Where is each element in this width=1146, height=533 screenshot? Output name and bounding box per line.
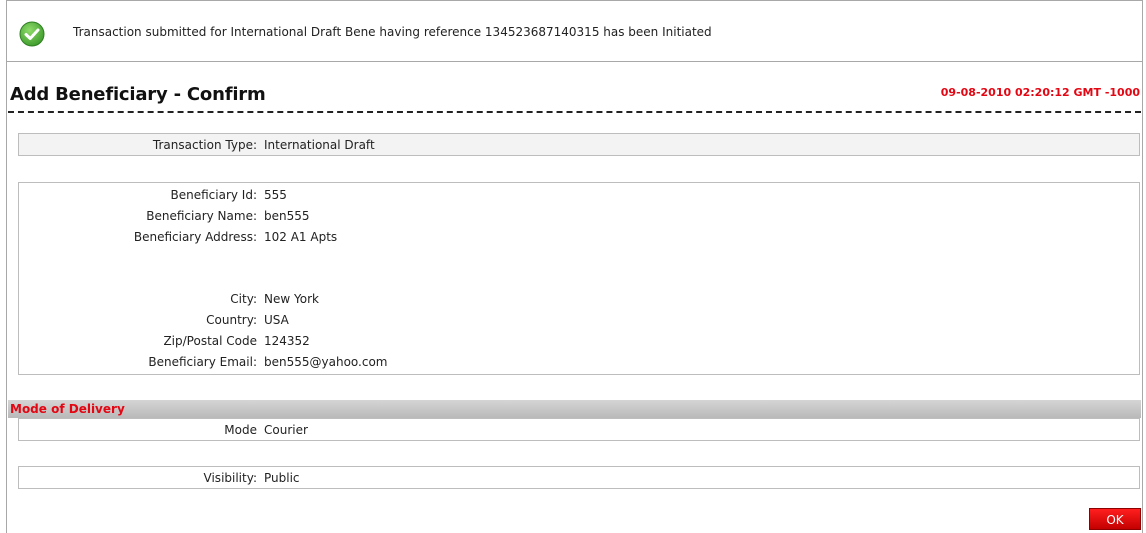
visibility-label: Visibility: (203, 471, 257, 485)
email-label: Beneficiary Email: (148, 355, 257, 369)
transaction-type-value: International Draft (264, 138, 375, 152)
transaction-type-label: Transaction Type: (152, 138, 257, 152)
timestamp: 09-08-2010 02:20:12 GMT -1000 (940, 86, 1140, 99)
country-value: USA (264, 313, 289, 327)
delivery-mode-label: Mode (224, 423, 257, 437)
beneficiary-details-panel: Beneficiary Id: 555 Beneficiary Name: be… (18, 182, 1140, 375)
delivery-mode-value: Courier (264, 423, 308, 437)
city-value: New York (264, 292, 319, 306)
beneficiary-id-row: Beneficiary Id: 555 (19, 188, 1139, 208)
title-divider (8, 111, 1141, 113)
city-row: City: New York (19, 292, 1139, 312)
visibility-value: Public (264, 471, 300, 485)
visibility-row: Visibility: Public (19, 471, 1139, 491)
visibility-panel: Visibility: Public (18, 466, 1140, 489)
ok-button[interactable]: OK (1089, 508, 1141, 530)
zip-row: Zip/Postal Code 124352 (19, 334, 1139, 354)
delivery-section-header: Mode of Delivery (8, 400, 1141, 418)
notification-message: Transaction submitted for International … (73, 25, 712, 39)
country-row: Country: USA (19, 313, 1139, 333)
delivery-mode-panel: Mode Courier (18, 418, 1140, 441)
beneficiary-address-label: Beneficiary Address: (133, 230, 257, 244)
transaction-type-row: Transaction Type: International Draft (19, 138, 1139, 158)
transaction-type-panel: Transaction Type: International Draft (18, 133, 1140, 156)
city-label: City: (230, 292, 257, 306)
delivery-section-title: Mode of Delivery (10, 402, 125, 416)
beneficiary-address-value: 102 A1 Apts (264, 230, 338, 244)
page-title: Add Beneficiary - Confirm (10, 84, 266, 105)
zip-value: 124352 (264, 334, 310, 348)
beneficiary-address-row: Beneficiary Address: 102 A1 Apts (19, 230, 1139, 250)
country-label: Country: (206, 313, 257, 327)
beneficiary-id-label: Beneficiary Id: (170, 188, 258, 202)
beneficiary-name-label: Beneficiary Name: (146, 209, 257, 223)
beneficiary-name-row: Beneficiary Name: ben555 (19, 209, 1139, 229)
delivery-mode-row: Mode Courier (19, 423, 1139, 443)
zip-label: Zip/Postal Code (163, 334, 257, 348)
check-circle-icon (19, 21, 45, 47)
email-row: Beneficiary Email: ben555@yahoo.com (19, 355, 1139, 375)
email-value: ben555@yahoo.com (264, 355, 388, 369)
beneficiary-id-value: 555 (264, 188, 287, 202)
success-notification: Transaction submitted for International … (6, 0, 1143, 62)
beneficiary-name-value: ben555 (264, 209, 310, 223)
